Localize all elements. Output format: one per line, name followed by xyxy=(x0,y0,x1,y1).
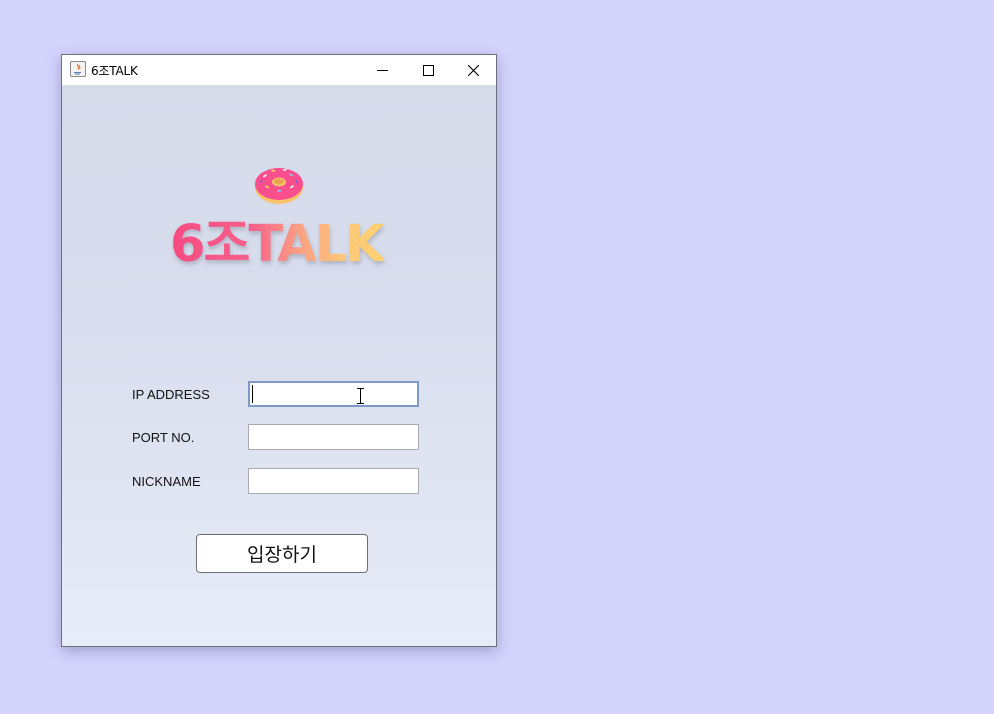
desktop: 6조TALK 6조TALK IP ADDRESS PORT NO. NICKNA… xyxy=(0,0,994,714)
minimize-button[interactable] xyxy=(359,55,405,85)
ibeam-cursor-icon xyxy=(357,388,364,404)
text-caret xyxy=(252,385,253,403)
enter-button[interactable]: 입장하기 xyxy=(196,534,368,573)
login-panel: 6조TALK IP ADDRESS PORT NO. NICKNAME 입장하기 xyxy=(62,85,496,646)
donut-icon xyxy=(255,168,303,204)
maximize-button[interactable] xyxy=(405,55,451,85)
app-window: 6조TALK 6조TALK IP ADDRESS PORT NO. NICKNA… xyxy=(61,54,497,647)
ip-address-input[interactable] xyxy=(248,381,419,407)
port-no-input[interactable] xyxy=(248,424,419,450)
window-title: 6조TALK xyxy=(91,64,138,78)
close-icon xyxy=(467,64,479,76)
close-button[interactable] xyxy=(450,55,496,85)
java-app-icon xyxy=(70,61,86,77)
app-logo: 6조TALK xyxy=(170,215,385,274)
port-no-label: PORT NO. xyxy=(132,430,195,445)
nickname-label: NICKNAME xyxy=(132,474,201,489)
title-bar[interactable]: 6조TALK xyxy=(62,55,496,85)
ip-address-label: IP ADDRESS xyxy=(132,387,210,402)
nickname-input[interactable] xyxy=(248,468,419,494)
minimize-icon xyxy=(376,69,388,71)
maximize-icon xyxy=(422,64,434,76)
